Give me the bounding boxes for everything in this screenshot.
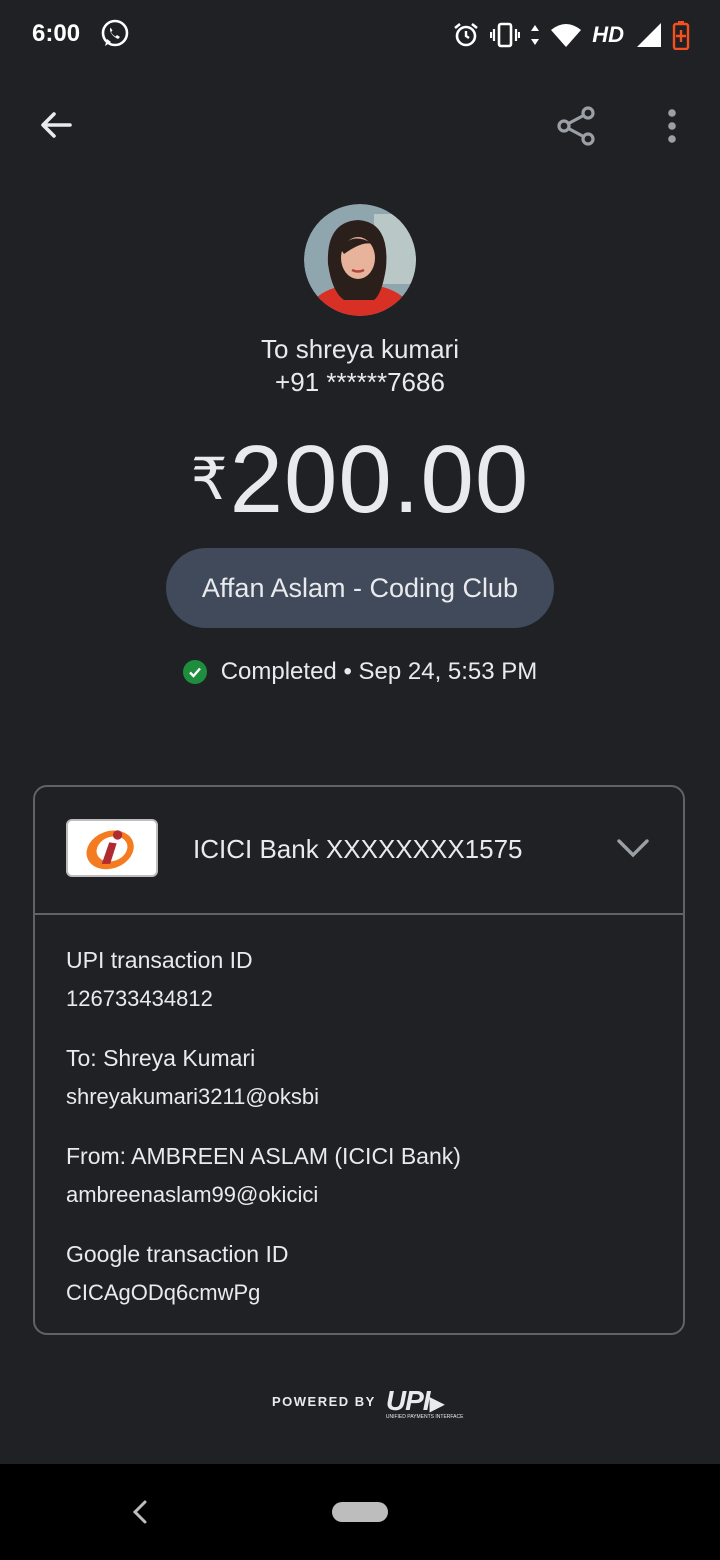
alarm-icon	[454, 22, 479, 47]
google-transaction-id-value: CICAgODq6cmwPg	[66, 1280, 261, 1305]
recipient-phone: +91 ******7686	[275, 367, 445, 397]
to-upi-id: shreyakumari3211@oksbi	[66, 1084, 320, 1109]
wifi-icon	[551, 24, 582, 47]
upi-transaction-id-label: UPI transaction ID	[66, 947, 253, 973]
from-upi-id: ambreenaslam99@okicici	[66, 1182, 319, 1207]
upi-transaction-id-value: 126733434812	[66, 986, 213, 1011]
from-label: From: AMBREEN ASLAM (ICICI Bank)	[66, 1143, 461, 1169]
status-datetime: Sep 24, 5:53 PM	[358, 658, 538, 685]
back-arrow-icon[interactable]	[36, 105, 76, 145]
status-text: Completed	[220, 658, 337, 685]
upi-logo-text: UPI	[385, 1385, 431, 1416]
data-arrows-icon	[531, 25, 540, 45]
battery-icon	[672, 21, 690, 50]
nav-back-icon[interactable]	[128, 1498, 152, 1526]
payment-amount: ₹200.00	[0, 425, 720, 535]
bank-account-row[interactable]: ICICI Bank XXXXXXXX1575	[35, 787, 683, 915]
check-circle-icon	[182, 660, 207, 684]
upi-arrow-icon: ▶	[429, 1393, 445, 1415]
nav-home-pill[interactable]	[332, 1502, 388, 1522]
whatsapp-icon	[101, 19, 129, 47]
recipient-name: To shreya kumari	[261, 334, 459, 364]
payment-note: Affan Aslam - Coding Club	[201, 572, 519, 603]
icici-logo-icon	[66, 819, 158, 877]
chevron-down-icon[interactable]	[615, 835, 651, 863]
currency-symbol: ₹	[190, 447, 228, 512]
avatar[interactable]	[304, 204, 416, 316]
payment-note-chip: Affan Aslam - Coding Club	[166, 548, 554, 628]
status-separator: •	[343, 658, 352, 685]
powered-by-text: POWERED BY	[272, 1393, 376, 1409]
bank-account-label: ICICI Bank XXXXXXXX1575	[193, 834, 523, 864]
network-type-label: HD	[592, 22, 624, 47]
status-time: 6:00	[32, 20, 81, 47]
signal-icon	[637, 23, 661, 47]
share-icon[interactable]	[554, 104, 598, 148]
upi-logo: UPI▶ UNIFIED PAYMENTS INTERFACE	[385, 1385, 464, 1420]
powered-by-upi: POWERED BY UPI▶ UNIFIED PAYMENTS INTERFA…	[272, 1385, 464, 1420]
status-icons: HD	[452, 18, 690, 52]
google-transaction-id-label: Google transaction ID	[66, 1241, 289, 1267]
amount-value: 200.00	[229, 426, 530, 533]
upi-subtext: UNIFIED PAYMENTS INTERFACE	[385, 1414, 464, 1420]
payment-status: Completed • Sep 24, 5:53 PM	[0, 658, 720, 686]
transaction-details-card: ICICI Bank XXXXXXXX1575 UPI transaction …	[33, 785, 685, 1335]
vibrate-icon	[490, 22, 521, 48]
to-label: To: Shreya Kumari	[66, 1045, 256, 1071]
more-vert-icon[interactable]	[650, 104, 694, 148]
